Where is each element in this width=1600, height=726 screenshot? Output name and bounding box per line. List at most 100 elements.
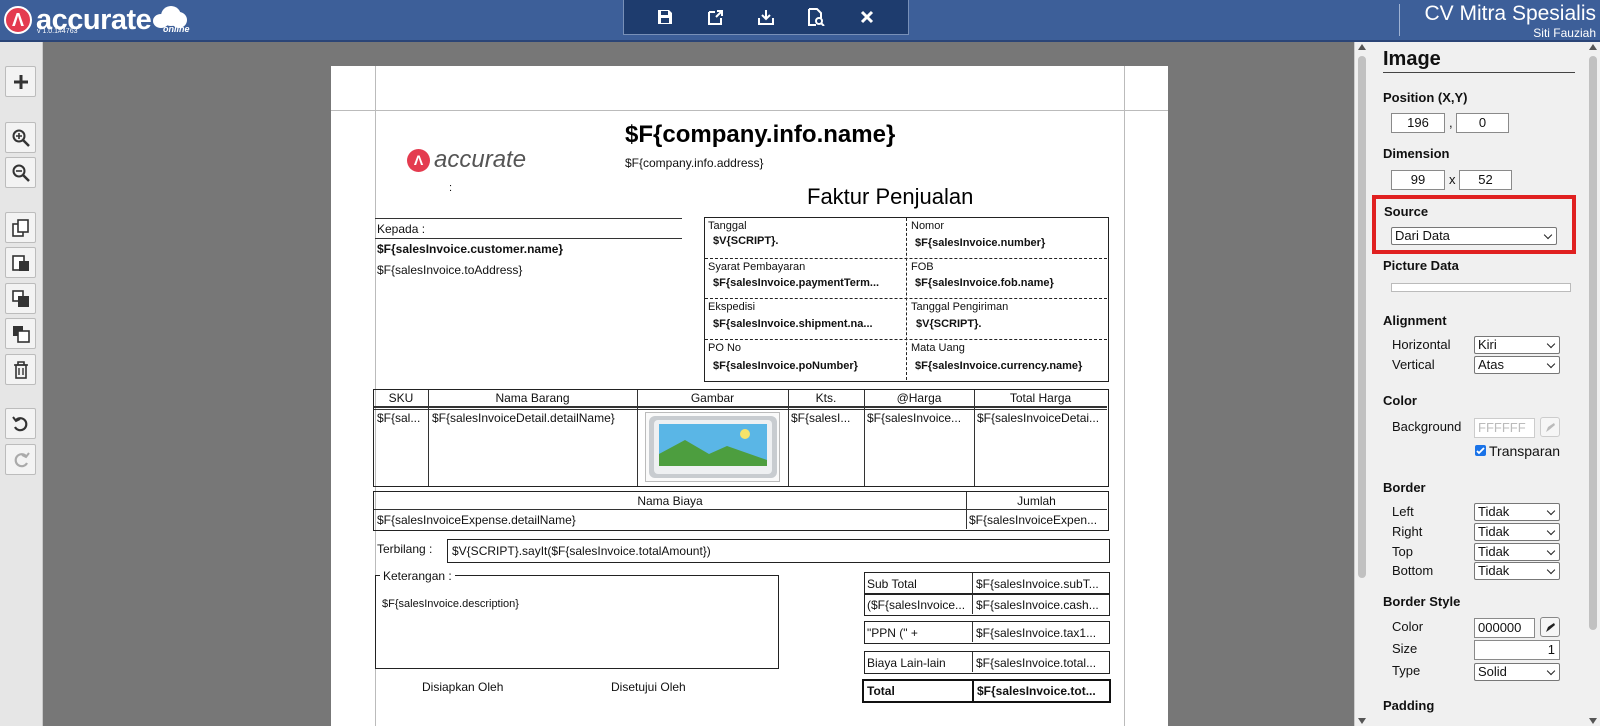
kepada-top-line: [375, 218, 682, 219]
picture-data-input[interactable]: [1391, 283, 1571, 292]
total-row[interactable]: "PPN (" + $F{salesInvoice.tax1...: [864, 621, 1110, 644]
report-page[interactable]: Λ accurate : $F{company.info.name} $F{co…: [331, 66, 1168, 726]
download-icon[interactable]: [753, 4, 779, 30]
position-x-input[interactable]: 196: [1391, 113, 1445, 133]
invoice-info-box[interactable]: Tanggal $V{SCRIPT}. Nomor $F{salesInvoic…: [704, 217, 1109, 382]
to-address-field[interactable]: $F{salesInvoice.toAddress}: [377, 263, 522, 277]
keterangan-box[interactable]: $F{salesInvoice.description}: [375, 575, 779, 669]
redo-icon[interactable]: [5, 444, 36, 475]
info-value[interactable]: $F{salesInvoice.poNumber}: [713, 360, 858, 372]
border-left-select[interactable]: Tidak: [1474, 503, 1560, 521]
company-name-field[interactable]: $F{company.info.name}: [625, 121, 895, 149]
prepared-by-label: Disiapkan Oleh: [422, 680, 504, 694]
detail-cell[interactable]: $F{salesInvoiceDetail.detailName}: [432, 411, 615, 425]
expense-cell[interactable]: $F{salesInvoiceExpen...: [969, 513, 1097, 527]
delete-icon[interactable]: [5, 354, 36, 385]
expense-cell[interactable]: $F{salesInvoiceExpense.detailName}: [377, 513, 576, 527]
brand-sub: online: [163, 24, 190, 34]
version-label: v 1.0.1#4763: [37, 28, 78, 35]
info-value[interactable]: $F{salesInvoice.number}: [915, 237, 1045, 249]
scroll-down-arrow[interactable]: [1589, 718, 1597, 724]
border-color-input[interactable]: 000000: [1474, 618, 1535, 638]
col-divider: [972, 573, 973, 593]
column-header: Total Harga: [1009, 391, 1072, 405]
total-value[interactable]: $F{salesInvoice.tax1...: [976, 626, 1096, 640]
design-canvas[interactable]: Λ accurate : $F{company.info.name} $F{co…: [44, 42, 1354, 726]
total-row[interactable]: Biaya Lain-lain $F{salesInvoice.total...: [864, 651, 1110, 674]
vertical-select[interactable]: Atas: [1474, 356, 1560, 374]
border-size-input[interactable]: 1: [1474, 640, 1560, 660]
main-toolbar: [623, 0, 909, 35]
save-icon[interactable]: [652, 4, 678, 30]
bring-front-icon[interactable]: [5, 283, 36, 314]
terbilang-field[interactable]: $V{SCRIPT}.sayIt($F{salesInvoice.totalAm…: [447, 539, 1110, 563]
border-top-select[interactable]: Tidak: [1474, 543, 1560, 561]
horizontal-select[interactable]: Kiri: [1474, 336, 1560, 354]
zoom-in-icon[interactable]: [5, 122, 36, 153]
border-size-label: Size: [1392, 641, 1418, 656]
info-value[interactable]: $F{salesInvoice.currency.name}: [915, 360, 1082, 372]
detail-table[interactable]: SKU Nama Barang Gambar Kts. @Harga Total…: [373, 389, 1109, 487]
terbilang-label: Terbilang :: [377, 542, 433, 556]
description-field[interactable]: $F{salesInvoice.description}: [382, 598, 519, 610]
image-placeholder[interactable]: [645, 412, 780, 482]
detail-cell[interactable]: $F{salesI...: [791, 411, 850, 425]
total-label: Biaya Lain-lain: [867, 656, 946, 670]
total-value[interactable]: $F{salesInvoice.tot...: [977, 684, 1096, 698]
detail-cell[interactable]: $F{salesInvoice...: [867, 411, 961, 425]
undo-icon[interactable]: [5, 408, 36, 439]
report-logo-image[interactable]: Λ accurate: [407, 146, 526, 174]
scroll-down-arrow[interactable]: [1358, 718, 1366, 724]
info-value[interactable]: $F{salesInvoice.fob.name}: [915, 277, 1054, 289]
info-value[interactable]: $F{salesInvoice.paymentTerm...: [713, 277, 879, 289]
paste-icon[interactable]: [5, 247, 36, 278]
border-bottom-select[interactable]: Tidak: [1474, 562, 1560, 580]
grand-total-row[interactable]: Total $F{salesInvoice.tot...: [862, 679, 1111, 703]
border-bottom-label: Bottom: [1392, 563, 1434, 578]
width-input[interactable]: 99: [1391, 170, 1445, 190]
detail-cell[interactable]: $F{salesInvoiceDetai...: [977, 411, 1099, 425]
source-select[interactable]: Dari Data: [1391, 227, 1557, 245]
customer-name-field[interactable]: $F{salesInvoice.customer.name}: [377, 242, 563, 256]
total-value[interactable]: $F{salesInvoice.cash...: [976, 598, 1099, 612]
zoom-out-icon[interactable]: [5, 157, 36, 188]
height-input[interactable]: 52: [1459, 170, 1512, 190]
report-title[interactable]: Faktur Penjualan: [807, 184, 973, 210]
transparan-checkbox[interactable]: [1475, 445, 1486, 456]
pencil-icon[interactable]: [1540, 617, 1560, 637]
scroll-up-arrow[interactable]: [1589, 44, 1597, 50]
total-value[interactable]: $F{salesInvoice.total...: [976, 656, 1096, 670]
export-icon[interactable]: [703, 4, 729, 30]
preview-icon[interactable]: [803, 4, 829, 30]
close-icon[interactable]: [854, 4, 880, 30]
border-right-select[interactable]: Tidak: [1474, 523, 1560, 541]
total-row[interactable]: ($F{salesInvoice... $F{salesInvoice.cash…: [864, 593, 1110, 616]
company-address-field[interactable]: $F{company.info.address}: [625, 156, 764, 170]
total-label: "PPN (" +: [867, 626, 918, 640]
expense-table[interactable]: Nama Biaya Jumlah $F{salesInvoiceExpense…: [373, 491, 1109, 531]
properties-panel: Image Position (X,Y) 196 , 0 Dimension 9…: [1354, 42, 1600, 726]
border-type-select[interactable]: Solid: [1474, 663, 1560, 681]
total-row[interactable]: Sub Total $F{salesInvoice.subT...: [864, 572, 1110, 595]
app-logo[interactable]: Λ accurate: [4, 2, 188, 38]
logo-mark: Λ: [407, 148, 430, 172]
position-y-input[interactable]: 0: [1456, 113, 1509, 133]
info-value[interactable]: $V{SCRIPT}.: [713, 235, 778, 247]
scroll-thumb[interactable]: [1358, 56, 1366, 578]
report-logo-text: accurate: [434, 146, 527, 173]
add-icon[interactable]: [5, 66, 36, 97]
copy-icon[interactable]: [5, 212, 36, 243]
scroll-thumb[interactable]: [1589, 56, 1597, 630]
info-value[interactable]: $F{salesInvoice.shipment.na...: [713, 318, 873, 330]
pencil-icon[interactable]: [1540, 417, 1560, 437]
position-label: Position (X,Y): [1383, 90, 1468, 105]
send-back-icon[interactable]: [5, 318, 36, 349]
total-value[interactable]: $F{salesInvoice.subT...: [976, 577, 1099, 591]
background-color-input[interactable]: FFFFFF: [1474, 418, 1535, 438]
panel-right-scrollbar[interactable]: [1586, 42, 1600, 726]
keterangan-label: Keterangan :: [380, 569, 455, 583]
scroll-up-arrow[interactable]: [1358, 44, 1366, 50]
info-value[interactable]: $V{SCRIPT}.: [916, 318, 981, 330]
panel-left-scrollbar[interactable]: [1355, 42, 1369, 726]
detail-cell[interactable]: $F{sal...: [377, 411, 420, 425]
